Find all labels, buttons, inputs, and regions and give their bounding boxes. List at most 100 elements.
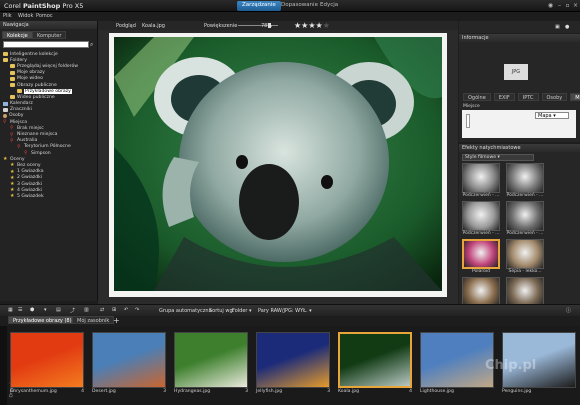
rating-star[interactable]: ★	[323, 21, 330, 30]
search-input[interactable]	[3, 41, 89, 48]
tree-item-label: Wideo publiczne	[17, 94, 55, 100]
collection-icon[interactable]: ▥	[84, 307, 89, 313]
thumbnail-image[interactable]	[338, 332, 412, 388]
effect-thumbnail[interactable]	[462, 163, 500, 193]
close-icon[interactable]: ×	[572, 2, 579, 9]
menu-bar: Plik Widok Pomoc	[0, 12, 580, 21]
map-icon[interactable]: ⊞	[112, 307, 116, 313]
tab-computer[interactable]: Komputer	[32, 31, 67, 39]
effect-thumbnail[interactable]	[462, 239, 500, 269]
help-icon[interactable]: ◉	[547, 2, 554, 9]
preview-toolbar: Podgląd Koala.jpg Powiększenie 78% ★★★★★	[98, 21, 458, 30]
thumbnail-image[interactable]	[92, 332, 166, 388]
tree-item-label: Kalendarz	[10, 101, 33, 107]
effect-item[interactable]: Podczerwień - ...	[506, 163, 544, 198]
pin-icon: ⚲	[10, 131, 14, 138]
effect-label: Polaroid	[472, 269, 490, 274]
info-panel: Informacje JPG Ogólne EXIF IPTC Osoby Mi…	[459, 34, 580, 142]
thumbnail-image[interactable]	[174, 332, 248, 388]
tab-general[interactable]: Ogólne	[463, 93, 491, 101]
thumbnail-image[interactable]	[420, 332, 494, 388]
tab-collections[interactable]: Kolekcje	[2, 31, 33, 39]
share-icon[interactable]: ⤴	[70, 307, 75, 314]
mode-tab-edit[interactable]: Edycja	[315, 1, 343, 11]
thumbnail-icon[interactable]: ▤	[56, 307, 61, 313]
tree-item[interactable]: ★ 5 Gwiazdek	[3, 193, 97, 199]
tab-my-tray[interactable]: Mój zasobnik	[72, 316, 115, 324]
tab-people[interactable]: Osoby	[541, 93, 568, 101]
rating-stars[interactable]: ★★★★★	[294, 21, 330, 30]
effect-item[interactable]: Podczerwień - ...	[462, 201, 500, 236]
raw-jpg-pairs[interactable]: Pary RAW/JPG: WYŁ. ▾	[258, 308, 312, 314]
star-icon: ★	[10, 174, 15, 181]
thumbnail-caption: Lighthouse.jpg	[420, 389, 494, 394]
tree-item-label: Przeglądaj więcej folderów	[17, 63, 79, 69]
menu-help[interactable]: Pomoc	[36, 13, 53, 19]
tab-exif[interactable]: EXIF	[493, 93, 515, 101]
map-area[interactable]: Mapa ▾	[462, 110, 576, 138]
tab-places[interactable]: Miejsca	[570, 93, 580, 101]
rotate-left-icon[interactable]: ↶	[124, 307, 128, 313]
info-header: Informacje	[459, 34, 580, 42]
effect-thumbnail[interactable]	[506, 201, 544, 231]
brand-name: Corel	[4, 2, 21, 10]
effect-thumbnail[interactable]	[462, 277, 500, 307]
thumbnail-rating: 3	[163, 389, 166, 394]
effect-item[interactable]	[462, 277, 500, 307]
info-toggle-icon[interactable]: ●	[565, 24, 569, 30]
organizer-side-label: Organizer	[0, 326, 15, 405]
thumbnail-image[interactable]	[10, 332, 84, 388]
import-icon[interactable]: ▦	[8, 307, 13, 313]
share-network-icon[interactable]: ⇄	[100, 307, 104, 313]
photo-frame	[109, 33, 447, 297]
filter-icon[interactable]: ▾	[44, 307, 47, 313]
thumbnail-rating: 4	[409, 389, 412, 394]
tree-item-label: Inteligentne kolekcje	[10, 51, 58, 57]
effect-thumbnail[interactable]	[506, 239, 544, 269]
effect-thumbnail[interactable]	[506, 163, 544, 193]
effect-item[interactable]	[506, 277, 544, 307]
thumbnail-image[interactable]	[256, 332, 330, 388]
rating-star[interactable]: ★	[308, 21, 315, 30]
tab-iptc[interactable]: IPTC	[517, 93, 539, 101]
tree-item-label: Obrazy publiczne	[17, 82, 57, 88]
effect-item[interactable]: Polaroid	[462, 239, 500, 274]
maximize-icon[interactable]: ▫	[564, 2, 571, 9]
effect-thumbnail[interactable]	[462, 201, 500, 231]
add-tab-icon[interactable]: +	[113, 316, 120, 325]
sort-label: Sortuj wg:	[209, 308, 235, 314]
tree-item-label: Bez oceny	[17, 162, 41, 168]
tree-item-label: 3 Gwiazdki	[17, 181, 43, 187]
map-zoom-control[interactable]	[466, 114, 470, 128]
tab-sample-images[interactable]: Przykładowe obrazy (8)	[8, 316, 77, 324]
map-select[interactable]: Mapa ▾	[535, 112, 569, 119]
rotate-right-icon[interactable]: ↷	[135, 307, 139, 313]
menu-file[interactable]: Plik	[3, 13, 12, 19]
minimize-icon[interactable]: –	[556, 2, 563, 9]
thumbnail-name: Koala.jpg	[338, 389, 360, 394]
effect-thumbnail[interactable]	[506, 277, 544, 307]
auto-group-label[interactable]: Grupa automatyczna	[159, 308, 212, 314]
mode-tab-manage[interactable]: Zarządzanie	[237, 1, 281, 11]
tag-icon[interactable]: ⬢	[30, 307, 34, 313]
tree-item-label: 4 Gwiazdki	[17, 187, 43, 193]
layout-icon[interactable]: ▣	[555, 24, 560, 30]
effects-style-select[interactable]: Style filmowe ▾	[462, 154, 534, 161]
thumbnail-name: Chrysanthemum.jpg	[10, 389, 57, 394]
star-icon: ★	[10, 187, 15, 194]
sort-select[interactable]: Folder ▾	[232, 308, 252, 314]
effect-item[interactable]: Podczerwień - ...	[506, 201, 544, 236]
tree-item-label: 5 Gwiazdek	[17, 193, 44, 199]
tree-item-label: Foldery	[10, 57, 27, 63]
thumbnail-name: Penguins.jpg	[502, 389, 532, 394]
help-circle-icon[interactable]: ⓘ	[566, 307, 571, 314]
tag-icon	[3, 107, 8, 112]
search-icon[interactable]: ⌕	[90, 41, 93, 49]
menu-view[interactable]: Widok	[18, 13, 33, 19]
effect-item[interactable]: Podczerwień - ...	[462, 163, 500, 198]
rating-star[interactable]: ★	[316, 21, 323, 30]
effect-label: Sepia - lekko...	[508, 269, 542, 274]
effect-item[interactable]: Sepia - lekko...	[506, 239, 544, 274]
sort-icon[interactable]: ☰	[18, 307, 22, 313]
filmstrip: Organizer Chrysanthemum.jpg4Desert.jpg3H…	[0, 326, 580, 405]
